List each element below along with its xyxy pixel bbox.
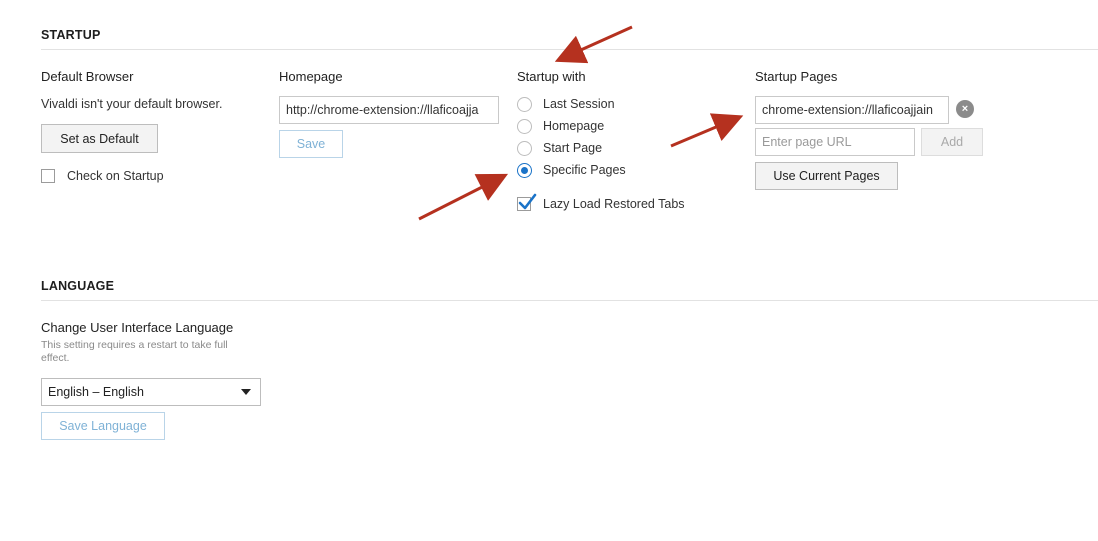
radio-last-session-label[interactable]: Last Session: [543, 97, 615, 111]
homepage-url-input[interactable]: http://chrome-extension://llaficoajja: [279, 96, 499, 124]
language-section-title: LANGUAGE: [41, 279, 115, 293]
startup-section-title: STARTUP: [41, 28, 101, 42]
chevron-down-icon: [241, 389, 251, 395]
language-select[interactable]: English – English: [41, 378, 261, 406]
annotation-arrow: [554, 25, 633, 64]
default-browser-status: Vivaldi isn't your default browser.: [41, 97, 223, 111]
annotation-arrow: [418, 173, 509, 221]
homepage-save-button[interactable]: Save: [279, 130, 343, 158]
check-on-startup-checkbox[interactable]: [41, 169, 55, 183]
radio-start-page-label[interactable]: Start Page: [543, 141, 602, 155]
annotation-arrow: [670, 113, 744, 148]
use-current-pages-button[interactable]: Use Current Pages: [755, 162, 898, 190]
set-as-default-button[interactable]: Set as Default: [41, 124, 158, 153]
language-divider: [41, 300, 1098, 301]
clear-icon[interactable]: ×: [956, 100, 974, 118]
startup-page-url-input[interactable]: chrome-extension://llaficoajjain: [755, 96, 949, 124]
default-browser-title: Default Browser: [41, 69, 134, 84]
add-page-button[interactable]: Add: [921, 128, 983, 156]
new-page-url-input[interactable]: Enter page URL: [755, 128, 915, 156]
language-restart-note: This setting requires a restart to take …: [41, 339, 228, 364]
check-on-startup-label[interactable]: Check on Startup: [67, 169, 164, 183]
radio-homepage-label[interactable]: Homepage: [543, 119, 604, 133]
radio-last-session[interactable]: [517, 97, 532, 112]
startup-with-title: Startup with: [517, 69, 586, 84]
radio-start-page[interactable]: [517, 141, 532, 156]
lazy-load-checkbox[interactable]: [517, 193, 537, 211]
radio-homepage[interactable]: [517, 119, 532, 134]
radio-specific-pages-label[interactable]: Specific Pages: [543, 163, 626, 177]
radio-specific-pages[interactable]: [517, 163, 532, 178]
startup-pages-title: Startup Pages: [755, 69, 838, 84]
save-language-button[interactable]: Save Language: [41, 412, 165, 440]
language-select-value: English – English: [48, 385, 144, 399]
startup-divider: [41, 49, 1098, 50]
homepage-title: Homepage: [279, 69, 343, 84]
change-language-title: Change User Interface Language: [41, 320, 234, 335]
lazy-load-label[interactable]: Lazy Load Restored Tabs: [543, 197, 685, 211]
checkmark-icon: [518, 193, 537, 210]
